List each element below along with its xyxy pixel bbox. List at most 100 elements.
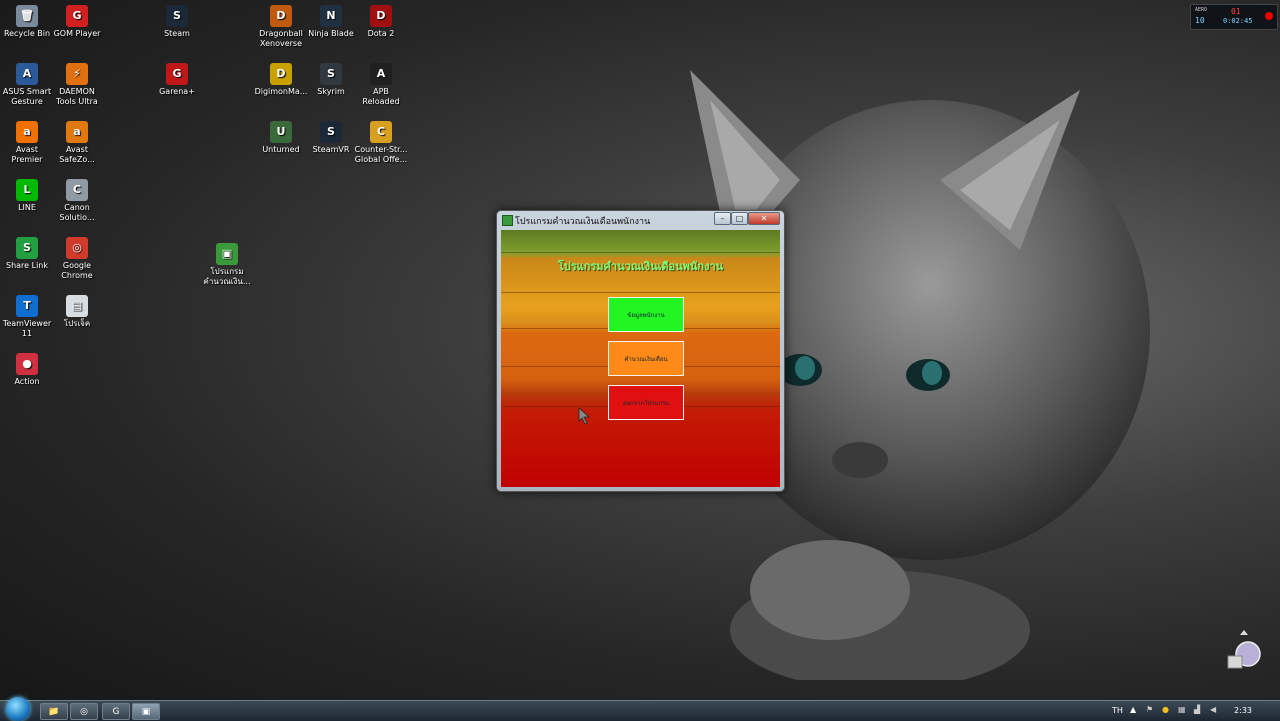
minimize-button[interactable]: –: [714, 212, 731, 225]
calculate-salary-button[interactable]: คำนวณเงินเดือน: [608, 341, 684, 376]
ninja-blade-icon: N: [320, 5, 342, 27]
project-folder-icon: ▤: [66, 295, 88, 317]
desktop-icon-label: Google Chrome: [61, 261, 93, 280]
language-indicator[interactable]: TH: [1112, 706, 1123, 715]
recording-time: 0:02:45: [1223, 17, 1253, 25]
desktop-icon-asus-smart-gesture[interactable]: A ASUS Smart Gesture: [0, 60, 54, 107]
employee-data-button[interactable]: ข้อมูลพนักงาน: [608, 297, 684, 332]
desktop-icon-apb-reloaded[interactable]: A APB Reloaded: [354, 60, 408, 107]
skyrim-icon: S: [320, 63, 342, 85]
desktop-icon-share-link[interactable]: S Share Link: [0, 234, 54, 271]
taskbar: 📁 ◎ G ▣ TH ▲ ⚑ ● ▦ ▟ ◀ 2:33: [0, 697, 1280, 721]
desktop-icon-label: Canon Solutio...: [59, 203, 95, 222]
apb-reloaded-icon: A: [370, 63, 392, 85]
taskbar-gom-button[interactable]: G: [102, 703, 130, 720]
desktop-icon-label: LINE: [18, 203, 36, 212]
desktop-icon-gom-player[interactable]: G GOM Player: [50, 2, 104, 39]
network-icon[interactable]: ▦: [1178, 705, 1186, 714]
window-title: โปรแกรมคำนวณเงินเดือนพนักงาน: [515, 217, 651, 227]
signal-icon[interactable]: ▟: [1194, 705, 1200, 714]
steam-icon: S: [166, 5, 188, 27]
desktop-icon-label: TeamViewer 11: [2, 319, 52, 338]
salary-program-shortcut-icon: ▣: [216, 243, 238, 265]
tray-overflow-icon[interactable]: ▲: [1130, 705, 1136, 714]
fps-count: 01: [1231, 7, 1241, 16]
close-button[interactable]: ✕: [748, 212, 780, 225]
taskbar-explorer-button[interactable]: 📁: [40, 703, 68, 720]
desktop-icon-steamvr[interactable]: S SteamVR: [304, 118, 358, 155]
desktop-icon-label: Avast Premier: [11, 145, 43, 164]
desktop-icon-recycle-bin[interactable]: 🗑 Recycle Bin: [0, 2, 54, 39]
start-button[interactable]: [6, 697, 30, 721]
avast-premier-icon: a: [16, 121, 38, 143]
desktop-icon-label: Recycle Bin: [3, 29, 51, 38]
unturned-icon: U: [270, 121, 292, 143]
counter-strike-icon: C: [370, 121, 392, 143]
desktop-icon-counter-strike[interactable]: C Counter-Str... Global Offe...: [354, 118, 408, 165]
salary-app-window: โปรแกรมคำนวณเงินเดือนพนักงาน – □ ✕ โปรแก…: [496, 210, 785, 492]
fps-overlay: AERO 10 01 0:02:45: [1190, 4, 1278, 30]
avast-safezone-icon: a: [66, 121, 88, 143]
desktop-icon-dota-2[interactable]: D Dota 2: [354, 2, 408, 39]
desktop-icon-label: APB Reloaded: [362, 87, 400, 106]
desktop-icon-skyrim[interactable]: S Skyrim: [304, 60, 358, 97]
desktop-icon-label: Dragonball Xenoverse: [259, 29, 303, 48]
desktop-icon-label: ASUS Smart Gesture: [2, 87, 52, 106]
desktop-icon-label: โปรแกรม คำนวณเงิน...: [203, 267, 251, 286]
desktop-icon-label: Steam: [164, 29, 190, 38]
desktop-icon-label: Ninja Blade: [308, 29, 354, 38]
desktop-icon-label: Unturned: [262, 145, 300, 154]
dota-2-icon: D: [370, 5, 392, 27]
desktop-icon-google-chrome[interactable]: ◎ Google Chrome: [50, 234, 104, 281]
desktop-icon-ninja-blade[interactable]: N Ninja Blade: [304, 2, 358, 39]
desktop-icon-action[interactable]: ● Action: [0, 350, 54, 387]
desktop-icon-label: Avast SafeZo...: [59, 145, 95, 164]
desktop-icon-label: GOM Player: [53, 29, 101, 38]
taskbar-chrome-button[interactable]: ◎: [70, 703, 98, 720]
desktop-icon-canon-solution[interactable]: C Canon Solutio...: [50, 176, 104, 223]
recycle-bin-icon: 🗑: [16, 5, 38, 27]
tray-app-icon[interactable]: ●: [1162, 705, 1169, 714]
desktop-icon-label: Dota 2: [367, 29, 395, 38]
canon-solution-icon: C: [66, 179, 88, 201]
teamviewer-icon: T: [16, 295, 38, 317]
fps-value: 10: [1195, 16, 1205, 25]
taskbar-salary-app-button[interactable]: ▣: [132, 703, 160, 720]
desktop-icon-label: DAEMON Tools Ultra: [56, 87, 98, 106]
daemon-tools-ultra-icon: ⚡: [66, 63, 88, 85]
line-icon: L: [16, 179, 38, 201]
asus-smart-gesture-icon: A: [16, 63, 38, 85]
desktop-icon-digimon[interactable]: D DigimonMa...: [254, 60, 308, 97]
desktop-icon-label: SteamVR: [312, 145, 350, 154]
desktop-icon-teamviewer[interactable]: T TeamViewer 11: [0, 292, 54, 339]
desktop-icon-dragonball-xenoverse[interactable]: D Dragonball Xenoverse: [254, 2, 308, 49]
app-heading: โปรแกรมคำนวณเงินเดือนพนักงาน: [557, 260, 724, 273]
desktop-icon-avast-safezone[interactable]: a Avast SafeZo...: [50, 118, 104, 165]
window-titlebar[interactable]: โปรแกรมคำนวณเงินเดือนพนักงาน – □ ✕: [497, 211, 784, 229]
record-indicator-icon: [1265, 12, 1273, 20]
desktop-icon-label: DigimonMa...: [254, 87, 308, 96]
desktop-icon-unturned[interactable]: U Unturned: [254, 118, 308, 155]
gom-player-icon: G: [66, 5, 88, 27]
volume-icon[interactable]: ◀: [1210, 705, 1216, 714]
fps-label: AERO: [1195, 7, 1208, 13]
desktop-gadget-icon[interactable]: [1226, 630, 1262, 670]
desktop-icon-garena[interactable]: G Garena+: [150, 60, 204, 97]
app-icon: [502, 215, 513, 226]
mouse-cursor-icon: [578, 407, 591, 425]
desktop-icon-line[interactable]: L LINE: [0, 176, 54, 213]
desktop-icon-label: Share Link: [5, 261, 48, 270]
action-center-icon[interactable]: ⚑: [1146, 705, 1153, 714]
desktop-icon-salary-program-shortcut[interactable]: ▣ โปรแกรม คำนวณเงิน...: [200, 240, 254, 287]
action-icon: ●: [16, 353, 38, 375]
maximize-button[interactable]: □: [731, 212, 748, 225]
desktop-icon-avast-premier[interactable]: a Avast Premier: [0, 118, 54, 165]
steamvr-icon: S: [320, 121, 342, 143]
desktop-icon-steam[interactable]: S Steam: [150, 2, 204, 39]
digimon-icon: D: [270, 63, 292, 85]
desktop-icon-project-folder[interactable]: ▤ โปรเจ็ค: [50, 292, 104, 329]
exit-program-button[interactable]: ออกจากโปรแกรม: [608, 385, 684, 420]
share-link-icon: S: [16, 237, 38, 259]
desktop-icon-daemon-tools-ultra[interactable]: ⚡ DAEMON Tools Ultra: [50, 60, 104, 107]
taskbar-clock[interactable]: 2:33: [1234, 706, 1252, 715]
